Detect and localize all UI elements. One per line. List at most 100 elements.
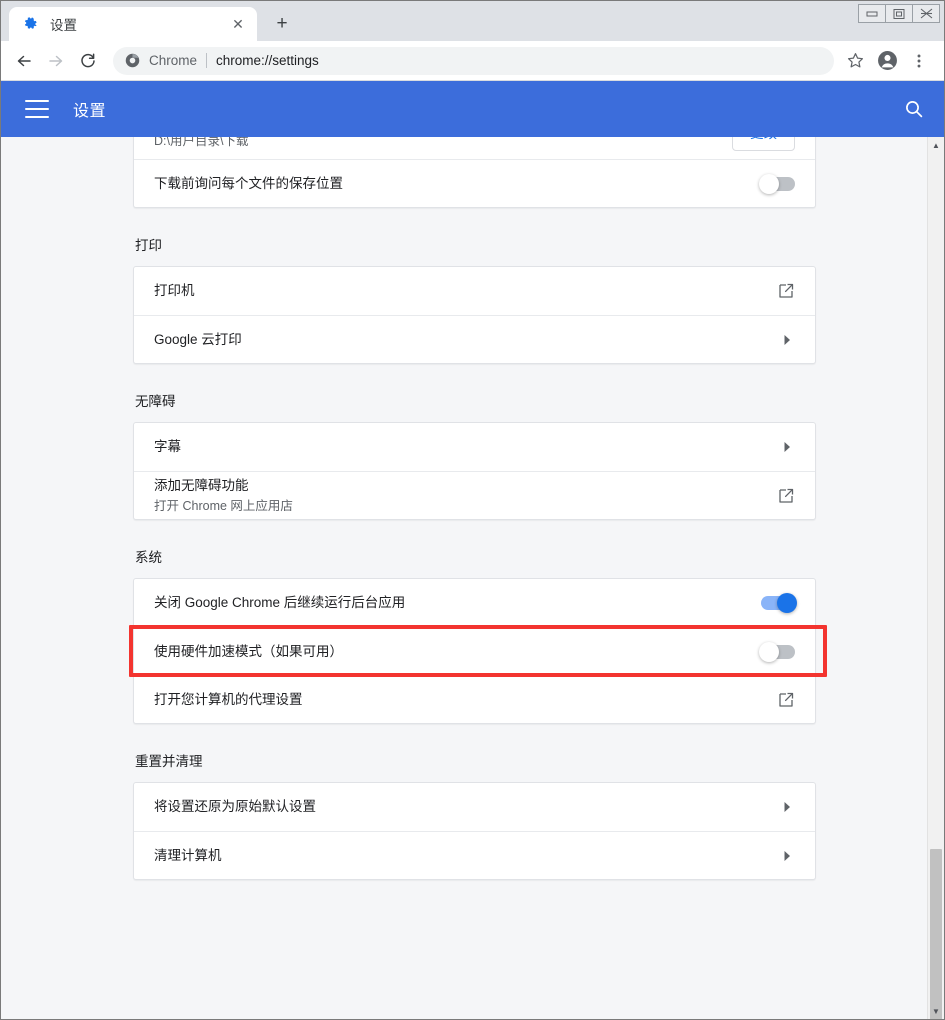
row-text: 下载前询问每个文件的保存位置 <box>154 174 761 194</box>
maximize-button[interactable] <box>885 4 913 23</box>
omnibox-url: chrome://settings <box>216 53 319 68</box>
chevron-right-icon[interactable] <box>779 332 795 348</box>
hamburger-menu-icon[interactable] <box>25 100 49 118</box>
reload-icon <box>81 52 95 67</box>
row-text: 添加无障碍功能 打开 Chrome 网上应用店 <box>154 476 777 516</box>
window-controls <box>858 4 940 23</box>
row-title: 将设置还原为原始默认设置 <box>154 799 316 814</box>
toggle-switch[interactable] <box>761 593 797 613</box>
omnibox-separator <box>206 53 208 68</box>
settings-app-bar: 设置 <box>1 81 944 137</box>
chevron-right-icon[interactable] <box>779 799 795 815</box>
reload-button[interactable] <box>73 46 103 76</box>
settings-row[interactable]: 打印机 <box>134 267 815 315</box>
row-text: Google 云打印 <box>154 330 779 350</box>
page-title: 设置 <box>73 103 107 120</box>
row-title: 下载前询问每个文件的保存位置 <box>154 175 343 191</box>
chevron-right-icon <box>784 442 790 452</box>
search-settings-button[interactable] <box>902 97 926 121</box>
section-label: 无障碍 <box>135 394 176 409</box>
section-label: 系统 <box>135 550 162 565</box>
settings-row[interactable]: 打开您计算机的代理设置 <box>134 675 815 723</box>
toggle-knob <box>759 173 779 194</box>
settings-row[interactable]: 关闭 Google Chrome 后继续运行后台应用 <box>134 579 815 627</box>
settings-row[interactable]: 添加无障碍功能 打开 Chrome 网上应用店 <box>134 471 815 519</box>
forward-arrow-icon <box>49 55 63 66</box>
change-button[interactable]: 更改 <box>732 137 795 151</box>
settings-row[interactable]: 字幕 <box>134 423 815 471</box>
back-button[interactable] <box>9 46 39 76</box>
profile-avatar-icon <box>877 51 897 70</box>
settings-section: 无障碍字幕添加无障碍功能 打开 Chrome 网上应用店 <box>133 392 816 520</box>
settings-column: 位置D:\用户目录\下载更改下载前询问每个文件的保存位置打印打印机 Google … <box>133 137 816 880</box>
tab-settings[interactable]: 设置 ✕ <box>9 7 257 41</box>
section-label: 打印 <box>135 238 162 253</box>
external-link-icon <box>779 692 794 707</box>
toggle-switch[interactable] <box>759 641 795 662</box>
row-text: 字幕 <box>154 437 779 457</box>
row-title: 打开您计算机的代理设置 <box>154 691 303 707</box>
profile-button[interactable] <box>872 46 902 76</box>
settings-row[interactable]: 位置D:\用户目录\下载更改 <box>134 137 815 159</box>
settings-section: 位置D:\用户目录\下载更改下载前询问每个文件的保存位置 <box>133 137 816 208</box>
external-link-icon[interactable] <box>777 691 795 709</box>
row-text: 打印机 <box>154 281 777 301</box>
settings-row[interactable]: 使用硬件加速模式（如果可用） <box>134 627 815 675</box>
settings-scroll-region: 位置D:\用户目录\下载更改下载前询问每个文件的保存位置打印打印机 Google … <box>1 137 928 1019</box>
row-text: 清理计算机 <box>154 846 779 866</box>
minimize-button[interactable] <box>858 4 886 23</box>
chevron-right-icon[interactable] <box>779 439 795 455</box>
settings-section: 重置并清理 将设置还原为原始默认设置 清理计算机 <box>133 752 816 880</box>
row-subtitle: 打开 Chrome 网上应用店 <box>154 498 293 513</box>
toggle-knob <box>777 593 797 613</box>
row-text: 将设置还原为原始默认设置 <box>154 797 779 817</box>
settings-card: 关闭 Google Chrome 后继续运行后台应用 使用硬件加速模式（如果可用）… <box>133 578 816 724</box>
forward-button[interactable] <box>41 46 71 76</box>
site-identity-label: Chrome <box>149 53 198 68</box>
search-icon <box>906 101 923 118</box>
toolbar-actions <box>840 46 936 76</box>
minimize-icon <box>866 11 878 16</box>
page-scrollbar[interactable]: ▲ ▼ <box>927 137 944 1019</box>
external-link-icon <box>779 283 794 298</box>
external-link-icon[interactable] <box>777 282 795 300</box>
chrome-logo-icon <box>125 53 140 68</box>
external-link-icon[interactable] <box>777 487 795 505</box>
settings-row[interactable]: Google 云打印 <box>134 315 815 363</box>
chevron-right-icon[interactable] <box>779 848 795 864</box>
settings-row[interactable]: 将设置还原为原始默认设置 <box>134 783 815 831</box>
star-icon <box>847 53 863 68</box>
scroll-down-arrow-icon[interactable]: ▼ <box>928 1003 944 1019</box>
close-tab-icon[interactable]: ✕ <box>229 15 247 33</box>
row-text: 打开您计算机的代理设置 <box>154 690 777 710</box>
bookmark-button[interactable] <box>840 46 870 76</box>
row-title: 使用硬件加速模式（如果可用） <box>154 643 343 659</box>
settings-card: 字幕添加无障碍功能 打开 Chrome 网上应用店 <box>133 422 816 520</box>
settings-section: 系统关闭 Google Chrome 后继续运行后台应用 使用硬件加速模式（如果可… <box>133 548 816 724</box>
scrollbar-thumb[interactable] <box>930 849 942 1019</box>
close-button[interactable] <box>912 4 940 23</box>
browser-toolbar: Chrome chrome://settings <box>1 41 944 81</box>
new-tab-button[interactable]: + <box>267 8 297 38</box>
settings-card: 将设置还原为原始默认设置 清理计算机 <box>133 782 816 880</box>
toggle-knob <box>759 641 779 662</box>
chevron-right-icon <box>784 334 790 345</box>
row-title: 字幕 <box>154 439 181 454</box>
chrome-menu-button[interactable] <box>904 46 934 76</box>
address-bar[interactable]: Chrome chrome://settings <box>113 46 834 75</box>
maximize-icon <box>893 8 905 19</box>
chevron-right-icon <box>784 802 790 812</box>
chevron-right-icon <box>784 850 790 861</box>
back-arrow-icon <box>17 55 31 66</box>
row-title: 清理计算机 <box>154 847 222 863</box>
toggle-switch[interactable] <box>759 173 795 194</box>
settings-row[interactable]: 清理计算机 <box>134 831 815 879</box>
tab-strip: 设置 ✕ + <box>1 1 944 41</box>
settings-row[interactable]: 下载前询问每个文件的保存位置 <box>134 159 815 207</box>
three-dot-menu-icon <box>917 54 921 67</box>
scroll-up-arrow-icon[interactable]: ▲ <box>928 137 944 153</box>
row-title: Google 云打印 <box>154 331 242 347</box>
browser-window: 设置 ✕ + Chrome chrome://settings 设置 D:\用户… <box>0 0 945 1020</box>
row-title: 关闭 Google Chrome 后继续运行后台应用 <box>154 595 406 610</box>
row-subtitle: D:\用户目录\下载 <box>154 137 249 148</box>
